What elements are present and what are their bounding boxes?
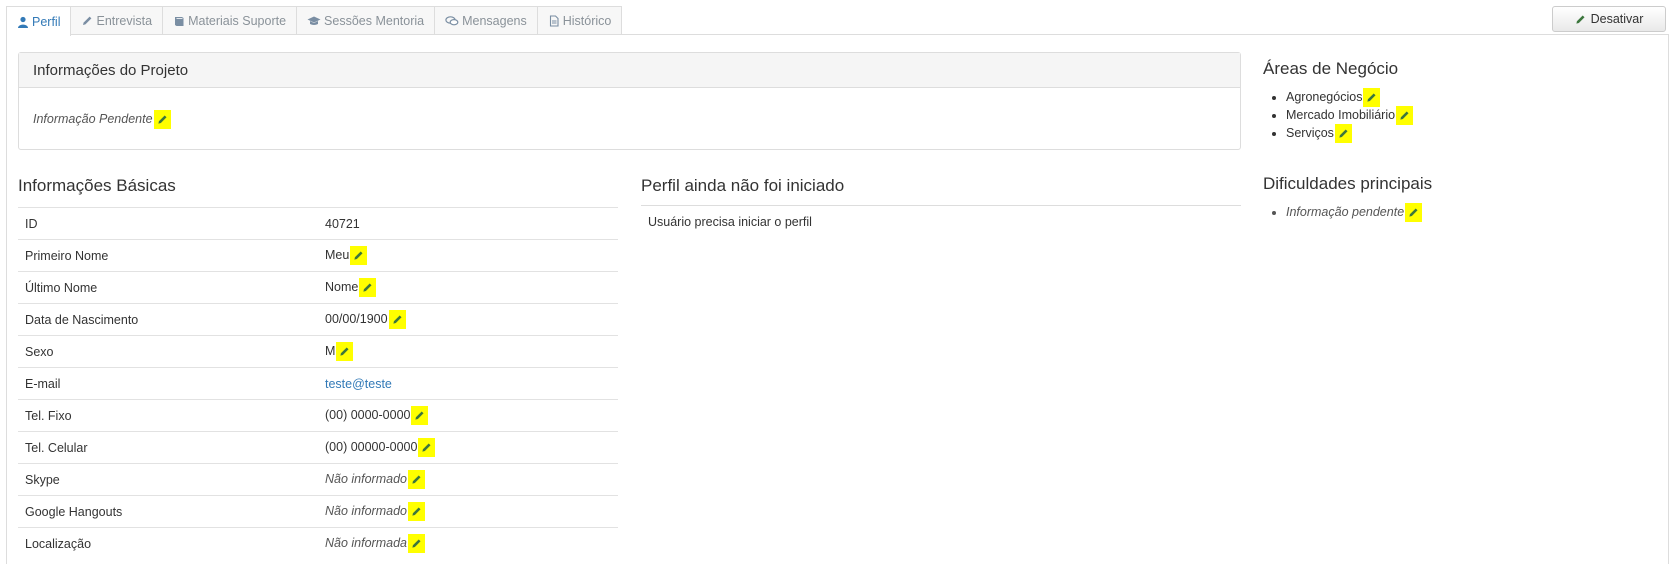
table-row: Sexo M bbox=[18, 335, 618, 368]
tab-label: Histórico bbox=[562, 14, 612, 28]
pencil-icon bbox=[1575, 14, 1585, 24]
table-row: Data de Nascimento 00/00/1900 bbox=[18, 303, 618, 336]
tab-sessoes-mentoria[interactable]: Sessões Mentoria bbox=[296, 6, 436, 35]
business-areas-title: Áreas de Negócio bbox=[1263, 59, 1399, 78]
file-icon bbox=[549, 15, 559, 27]
panel-title: Informações do Projeto bbox=[19, 53, 1240, 88]
table-row: Tel. Fixo (00) 0000-0000 bbox=[18, 399, 618, 432]
edit-pencil-icon[interactable] bbox=[408, 502, 425, 521]
table-row: Primeiro Nome Meu bbox=[18, 239, 618, 272]
table-row: Google Hangouts Não informado bbox=[18, 495, 618, 528]
field-value-cell: 40721 bbox=[318, 208, 618, 240]
field-value-cell: Não informado bbox=[318, 496, 618, 528]
field-value: Não informado bbox=[325, 471, 407, 486]
field-label: ID bbox=[25, 216, 38, 231]
field-value-cell: Não informado bbox=[318, 464, 618, 496]
field-label: Tel. Celular bbox=[25, 440, 88, 455]
tab-materiais-suporte[interactable]: Materiais Suporte bbox=[162, 6, 298, 35]
field-label: Tel. Fixo bbox=[25, 408, 72, 423]
field-value-cell: 00/00/1900 bbox=[318, 304, 618, 336]
field-value-cell: teste@teste bbox=[318, 368, 618, 400]
basic-info-table: ID 40721 Primeiro Nome Meu Último Nome Nome Da… bbox=[18, 207, 618, 560]
edit-pencil-icon[interactable] bbox=[1405, 203, 1423, 223]
tab-label: Sessões Mentoria bbox=[324, 14, 425, 28]
field-label: Skype bbox=[25, 472, 60, 487]
divider bbox=[641, 205, 1241, 206]
field-value-cell: Não informada bbox=[318, 528, 618, 560]
list-item: Informação pendente bbox=[1286, 203, 1423, 223]
email-link[interactable]: teste@teste bbox=[325, 377, 392, 391]
panel-body: Informação Pendente bbox=[19, 88, 1240, 150]
profile-message: Usuário precisa iniciar o perfil bbox=[648, 215, 812, 229]
field-value-cell: (00) 0000-0000 bbox=[318, 400, 618, 432]
edit-pencil-icon[interactable] bbox=[1363, 88, 1381, 108]
tab-perfil[interactable]: Perfil bbox=[6, 6, 72, 36]
field-value: Não informada bbox=[325, 536, 407, 551]
edit-pencil-icon[interactable] bbox=[408, 534, 425, 554]
tab-mensagens[interactable]: Mensagens bbox=[434, 6, 538, 35]
edit-pencil-icon[interactable] bbox=[1396, 106, 1414, 126]
edit-pencil-icon[interactable] bbox=[359, 278, 377, 297]
edit-pencil-icon[interactable] bbox=[350, 246, 368, 265]
table-row: Último Nome Nome bbox=[18, 271, 618, 304]
field-value: (00) 00000-0000 bbox=[325, 439, 418, 454]
user-icon bbox=[18, 16, 28, 28]
field-value: Não informado bbox=[325, 503, 407, 518]
field-label: E-mail bbox=[25, 376, 61, 391]
field-value: 00/00/1900 bbox=[325, 311, 388, 326]
difficulties-title: Dificuldades principais bbox=[1263, 174, 1433, 193]
tab-label: Entrevista bbox=[96, 14, 153, 28]
table-row: ID 40721 bbox=[18, 207, 618, 240]
edit-pencil-icon[interactable] bbox=[388, 310, 406, 329]
field-value-cell: Meu bbox=[318, 240, 618, 272]
field-label: Primeiro Nome bbox=[25, 248, 109, 263]
field-value: (00) 0000-0000 bbox=[325, 407, 411, 422]
basic-info-title: Informações Básicas bbox=[18, 176, 176, 195]
pencil-icon bbox=[83, 16, 92, 25]
field-label: Data de Nascimento bbox=[25, 312, 139, 327]
tab-entrevista[interactable]: Entrevista bbox=[70, 6, 164, 35]
field-value-cell: (00) 00000-0000 bbox=[318, 432, 618, 464]
table-row: Skype Não informado bbox=[18, 463, 618, 496]
list-item: Agronegócios bbox=[1286, 88, 1413, 108]
deactivate-label: Desativar bbox=[1590, 12, 1644, 26]
tab-label: Perfil bbox=[32, 14, 61, 29]
edit-pencil-icon[interactable] bbox=[336, 342, 354, 361]
edit-pencil-icon[interactable] bbox=[153, 109, 171, 129]
edit-pencil-icon[interactable] bbox=[408, 470, 425, 489]
table-row: Localização Não informada bbox=[18, 527, 618, 560]
field-value: M bbox=[325, 343, 336, 358]
field-value: Meu bbox=[325, 247, 350, 262]
tab-label: Materiais Suporte bbox=[188, 14, 287, 28]
graduation-cap-icon bbox=[307, 16, 321, 25]
field-label: Google Hangouts bbox=[25, 504, 123, 519]
field-label: Sexo bbox=[25, 344, 54, 359]
list-item: Serviços bbox=[1286, 124, 1413, 144]
field-value-cell: Nome bbox=[318, 272, 618, 304]
field-value: 40721 bbox=[325, 216, 360, 231]
deactivate-button[interactable]: Desativar bbox=[1552, 6, 1666, 32]
list-item: Mercado Imobiliário bbox=[1286, 106, 1414, 126]
tab-historico[interactable]: Histórico bbox=[536, 6, 623, 35]
field-value: Nome bbox=[325, 279, 359, 294]
difficulties-list: Informação pendente bbox=[1264, 203, 1423, 223]
edit-pencil-icon[interactable] bbox=[1334, 124, 1352, 144]
field-label: Último Nome bbox=[25, 280, 98, 295]
field-value-cell: M bbox=[318, 336, 618, 368]
field-label: Localização bbox=[25, 536, 92, 551]
profile-status-title: Perfil ainda não foi iniciado bbox=[641, 176, 845, 195]
table-row: E-mail teste@teste bbox=[18, 367, 618, 400]
comments-icon bbox=[445, 16, 459, 26]
project-info-value: Informação Pendente bbox=[33, 112, 153, 126]
business-areas-list: Agronegócios Mercado Imobiliário Serviço… bbox=[1264, 88, 1414, 144]
table-row: Tel. Celular (00) 00000-0000 bbox=[18, 431, 618, 464]
tab-label: Mensagens bbox=[462, 14, 527, 28]
tab-bar: Perfil Entrevista Materiais Suporte Sess… bbox=[6, 6, 623, 36]
edit-pencil-icon[interactable] bbox=[411, 406, 429, 425]
book-icon bbox=[175, 17, 184, 26]
edit-pencil-icon[interactable] bbox=[418, 438, 436, 457]
project-info-panel: Informações do Projeto Informação Penden… bbox=[18, 52, 1241, 150]
